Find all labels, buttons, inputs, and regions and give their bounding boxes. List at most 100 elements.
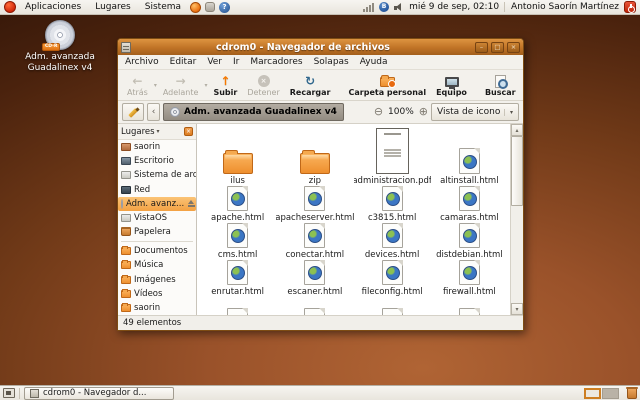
- file-item[interactable]: enrutar.html: [199, 260, 276, 297]
- menu-ir[interactable]: Ir: [233, 57, 239, 67]
- file-item[interactable]: altinstall.html: [431, 126, 508, 186]
- view-mode-dropdown[interactable]: Vista de icono ▾: [431, 103, 519, 121]
- file-item-partial[interactable]: [431, 297, 508, 315]
- breadcrumb[interactable]: Adm. avanzada Guadalinex v4: [163, 103, 344, 121]
- file-item-partial[interactable]: [199, 297, 276, 315]
- html-file-icon: [459, 186, 480, 211]
- clock[interactable]: mié 9 de sep, 02:10: [409, 2, 499, 12]
- html-file-icon: [304, 308, 325, 315]
- menu-editar[interactable]: Editar: [170, 57, 197, 67]
- menu-lugares[interactable]: Lugares: [90, 2, 136, 12]
- file-item-partial[interactable]: [276, 297, 353, 315]
- distro-logo-icon[interactable]: [4, 1, 16, 13]
- minimize-button[interactable]: –: [475, 42, 488, 53]
- stop-button[interactable]: × Detener: [242, 74, 284, 97]
- file-item[interactable]: apacheserver.html: [276, 186, 353, 223]
- network-icon: [121, 186, 131, 194]
- menu-ayuda[interactable]: Ayuda: [360, 57, 388, 67]
- folder-icon: [300, 153, 330, 174]
- sidebar-item-imagenes[interactable]: Imágenes: [118, 273, 196, 287]
- sidebar-item-papelera[interactable]: Papelera: [118, 225, 196, 239]
- zoom-out-icon[interactable]: ⊖: [374, 103, 383, 121]
- help-launcher-icon[interactable]: ?: [219, 2, 230, 13]
- forward-button[interactable]: → Adelante: [158, 74, 204, 97]
- sidebar-item-adm-avanzada[interactable]: Adm. avanz...: [118, 197, 196, 211]
- folder-icon: [223, 153, 253, 174]
- file-item[interactable]: fileconfig.html: [354, 260, 431, 297]
- menubar: Archivo Editar Ver Ir Marcadores Solapas…: [118, 55, 523, 70]
- eject-icon[interactable]: [187, 200, 196, 208]
- sidebar-item-musica[interactable]: Música: [118, 258, 196, 272]
- menu-sistema[interactable]: Sistema: [140, 2, 186, 12]
- zoom-in-icon[interactable]: ⊕: [419, 103, 428, 121]
- menu-aplicaciones[interactable]: Aplicaciones: [20, 2, 86, 12]
- scroll-down-icon[interactable]: ▾: [511, 303, 523, 315]
- pdf-file-icon: [376, 128, 409, 174]
- show-desktop-icon[interactable]: [3, 388, 15, 398]
- volume-icon[interactable]: [394, 3, 404, 12]
- menu-marcadores[interactable]: Marcadores: [250, 57, 302, 67]
- cd-badge: CD-R: [42, 43, 60, 51]
- sidebar-item-red[interactable]: Red: [118, 183, 196, 197]
- vertical-scrollbar[interactable]: ▴ ▾: [510, 124, 523, 315]
- network-signal-icon[interactable]: [363, 3, 374, 12]
- user-menu[interactable]: Antonio Saorín Martínez: [504, 2, 619, 12]
- file-item[interactable]: distdebian.html: [431, 223, 508, 260]
- computer-button[interactable]: Equipo: [431, 74, 472, 97]
- sidebar-item-home[interactable]: saorin: [118, 140, 196, 154]
- menu-archivo[interactable]: Archivo: [125, 57, 159, 67]
- titlebar[interactable]: cdrom0 - Navegador de archivos – □ ×: [118, 39, 523, 55]
- up-button[interactable]: ↑ Subir: [208, 74, 242, 97]
- file-item[interactable]: apache.html: [199, 186, 276, 223]
- sidebar-item-documentos[interactable]: Documentos: [118, 244, 196, 258]
- file-item[interactable]: devices.html: [354, 223, 431, 260]
- sidebar-header[interactable]: Lugares ▾ ×: [118, 124, 196, 140]
- folder-icon: [121, 304, 131, 312]
- bluetooth-icon[interactable]: B: [379, 2, 389, 12]
- file-item-partial[interactable]: [354, 297, 431, 315]
- file-item[interactable]: zip: [276, 126, 353, 186]
- file-item[interactable]: escaner.html: [276, 260, 353, 297]
- zoom-level: 100%: [386, 107, 416, 117]
- sidebar-item-filesystem[interactable]: Sistema de archi...: [118, 168, 196, 182]
- file-item[interactable]: c3815.html: [354, 186, 431, 223]
- chevron-down-icon: ▾: [157, 128, 160, 135]
- close-button[interactable]: ×: [507, 42, 520, 53]
- menu-ver[interactable]: Ver: [207, 57, 222, 67]
- sidebar-item-saorin[interactable]: saorin: [118, 301, 196, 315]
- scrollbar-thumb[interactable]: [511, 136, 523, 206]
- file-manager-window: cdrom0 - Navegador de archivos – □ × Arc…: [117, 38, 524, 331]
- trash-applet-icon[interactable]: [627, 388, 637, 399]
- reload-button[interactable]: ↻ Recargar: [285, 74, 336, 97]
- home-folder-icon: [380, 75, 395, 88]
- workspace-2[interactable]: [602, 388, 619, 399]
- home-button[interactable]: Carpeta personal: [344, 74, 432, 97]
- file-item[interactable]: firewall.html: [431, 260, 508, 297]
- desktop-icon-cdrom[interactable]: CD-R Adm. avanzada Guadalinex v4: [12, 20, 108, 74]
- maximize-button[interactable]: □: [491, 42, 504, 53]
- sidebar-close-icon[interactable]: ×: [184, 127, 193, 136]
- mail-launcher-icon[interactable]: [205, 2, 215, 12]
- back-button[interactable]: ← Atrás: [122, 74, 153, 97]
- file-item[interactable]: cms.html: [199, 223, 276, 260]
- shutdown-icon[interactable]: [624, 1, 636, 13]
- menu-solapas[interactable]: Solapas: [314, 57, 349, 67]
- search-button[interactable]: Buscar: [480, 74, 521, 97]
- html-file-icon: [459, 260, 480, 285]
- html-file-icon: [304, 186, 325, 211]
- file-item[interactable]: conectar.html: [276, 223, 353, 260]
- file-item[interactable]: ilus: [199, 126, 276, 186]
- workspace-1[interactable]: [584, 388, 601, 399]
- scroll-up-icon[interactable]: ▴: [511, 124, 523, 136]
- sidebar-item-videos[interactable]: Vídeos: [118, 287, 196, 301]
- file-item[interactable]: administracion.pdf: [354, 126, 431, 186]
- html-file-icon: [227, 186, 248, 211]
- file-item[interactable]: camaras.html: [431, 186, 508, 223]
- firefox-launcher-icon[interactable]: [190, 2, 201, 13]
- edit-location-button[interactable]: [122, 103, 144, 121]
- taskbar-window-button[interactable]: cdrom0 - Navegador d...: [24, 387, 174, 400]
- html-file-icon: [459, 308, 480, 315]
- path-scroll-left-button[interactable]: ‹: [147, 103, 160, 121]
- sidebar-item-vistaos[interactable]: VistaOS: [118, 211, 196, 225]
- sidebar-item-escritorio[interactable]: Escritorio: [118, 154, 196, 168]
